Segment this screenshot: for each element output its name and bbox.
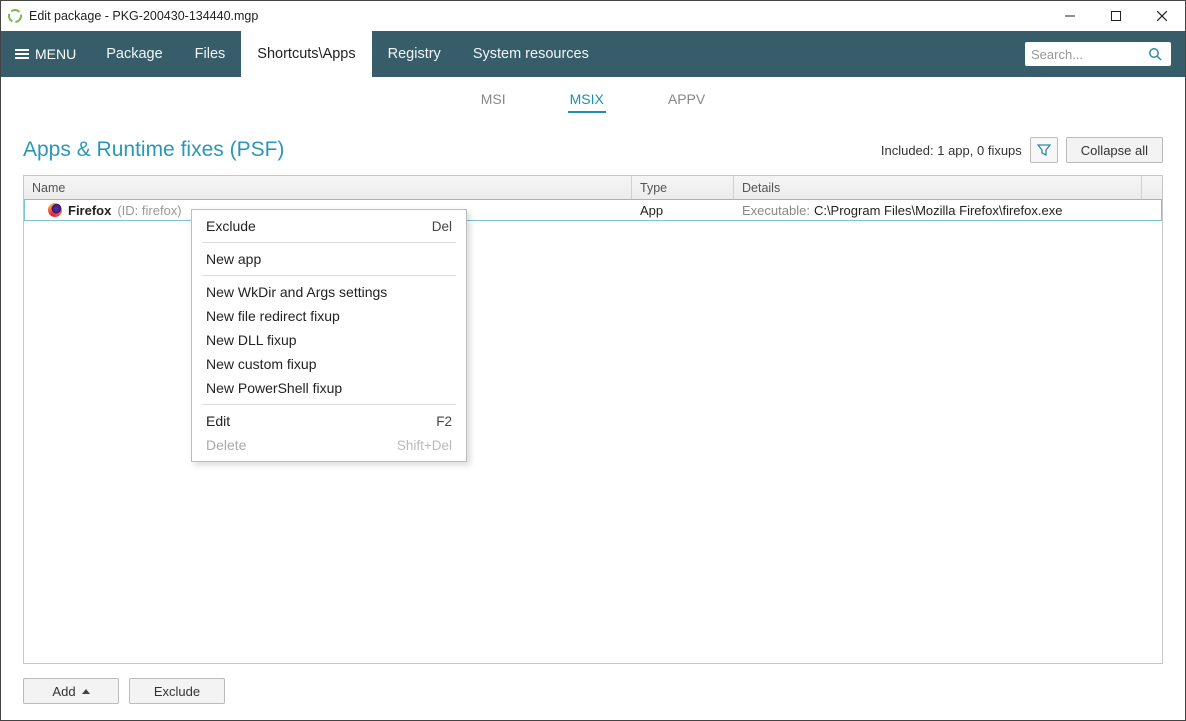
tab-msi[interactable]: MSI xyxy=(479,85,508,113)
section-toolbar: Included: 1 app, 0 fixups Collapse all xyxy=(881,137,1163,163)
ctx-delete: Delete Shift+Del xyxy=(192,433,466,457)
collapse-all-button[interactable]: Collapse all xyxy=(1066,137,1163,163)
ctx-separator xyxy=(202,275,456,276)
tab-appv[interactable]: APPV xyxy=(666,85,707,113)
tab-msix[interactable]: MSIX xyxy=(568,85,606,113)
search-input[interactable] xyxy=(1025,47,1143,62)
chevron-up-icon xyxy=(82,689,90,694)
ctx-new-powershell-fixup[interactable]: New PowerShell fixup xyxy=(192,376,466,400)
window-controls xyxy=(1047,1,1185,31)
cell-details: Executable: C:\Program Files\Mozilla Fir… xyxy=(734,200,1142,220)
menu-label: MENU xyxy=(35,46,76,62)
firefox-icon xyxy=(48,203,62,217)
nav-item-package[interactable]: Package xyxy=(90,31,178,77)
ctx-new-wkdir[interactable]: New WkDir and Args settings xyxy=(192,280,466,304)
section-title: Apps & Runtime fixes (PSF) xyxy=(23,138,284,162)
footer: Add Exclude xyxy=(1,664,1185,720)
nav-item-shortcuts-apps[interactable]: Shortcuts\Apps xyxy=(241,31,371,77)
ctx-shortcut: Del xyxy=(432,219,452,234)
titlebar: Edit package - PKG-200430-134440.mgp xyxy=(1,1,1185,31)
close-button[interactable] xyxy=(1139,1,1185,31)
ctx-shortcut: Shift+Del xyxy=(397,438,452,453)
ctx-new-dll-fixup[interactable]: New DLL fixup xyxy=(192,328,466,352)
ctx-shortcut: F2 xyxy=(436,414,452,429)
details-value: C:\Program Files\Mozilla Firefox\firefox… xyxy=(814,203,1063,218)
column-details[interactable]: Details xyxy=(734,176,1142,199)
exclude-button[interactable]: Exclude xyxy=(129,678,225,704)
row-app-name: Firefox xyxy=(68,203,111,218)
window: Edit package - PKG-200430-134440.mgp MEN… xyxy=(0,0,1186,721)
hamburger-icon xyxy=(15,47,29,61)
exclude-label: Exclude xyxy=(154,684,200,699)
ctx-edit[interactable]: Edit F2 xyxy=(192,409,466,433)
format-tabs: MSI MSIX APPV xyxy=(1,77,1185,113)
ctx-new-file-redirect[interactable]: New file redirect fixup xyxy=(192,304,466,328)
ctx-new-custom-fixup[interactable]: New custom fixup xyxy=(192,352,466,376)
maximize-button[interactable] xyxy=(1093,1,1139,31)
minimize-button[interactable] xyxy=(1047,1,1093,31)
details-label: Executable: xyxy=(742,203,810,218)
add-button[interactable]: Add xyxy=(23,678,119,704)
content: Apps & Runtime fixes (PSF) Included: 1 a… xyxy=(1,113,1185,664)
context-menu: Exclude Del New app New WkDir and Args s… xyxy=(191,209,467,462)
filter-icon xyxy=(1037,143,1051,157)
column-name[interactable]: Name xyxy=(24,176,632,199)
nav-item-system-resources[interactable]: System resources xyxy=(457,31,605,77)
window-title: Edit package - PKG-200430-134440.mgp xyxy=(29,9,258,23)
nav-item-registry[interactable]: Registry xyxy=(372,31,457,77)
cell-extra xyxy=(1142,200,1162,220)
nav-item-files[interactable]: Files xyxy=(179,31,242,77)
filter-button[interactable] xyxy=(1030,137,1058,163)
add-label: Add xyxy=(52,684,75,699)
column-type[interactable]: Type xyxy=(632,176,734,199)
ctx-new-app[interactable]: New app xyxy=(192,247,466,271)
search-box xyxy=(1025,42,1171,66)
search-icon[interactable] xyxy=(1143,47,1167,61)
ctx-exclude[interactable]: Exclude Del xyxy=(192,214,466,238)
ctx-separator xyxy=(202,242,456,243)
menu-button[interactable]: MENU xyxy=(1,31,90,77)
grid-header: Name Type Details xyxy=(24,176,1162,200)
search-wrap xyxy=(1025,31,1185,77)
app-icon xyxy=(7,8,23,24)
cell-type: App xyxy=(632,200,734,220)
main-menubar: MENU Package Files Shortcuts\Apps Regist… xyxy=(1,31,1185,77)
section-header: Apps & Runtime fixes (PSF) Included: 1 a… xyxy=(23,137,1163,163)
included-summary: Included: 1 app, 0 fixups xyxy=(881,143,1022,158)
column-extra xyxy=(1142,176,1162,199)
ctx-separator xyxy=(202,404,456,405)
row-app-id: (ID: firefox) xyxy=(117,203,181,218)
